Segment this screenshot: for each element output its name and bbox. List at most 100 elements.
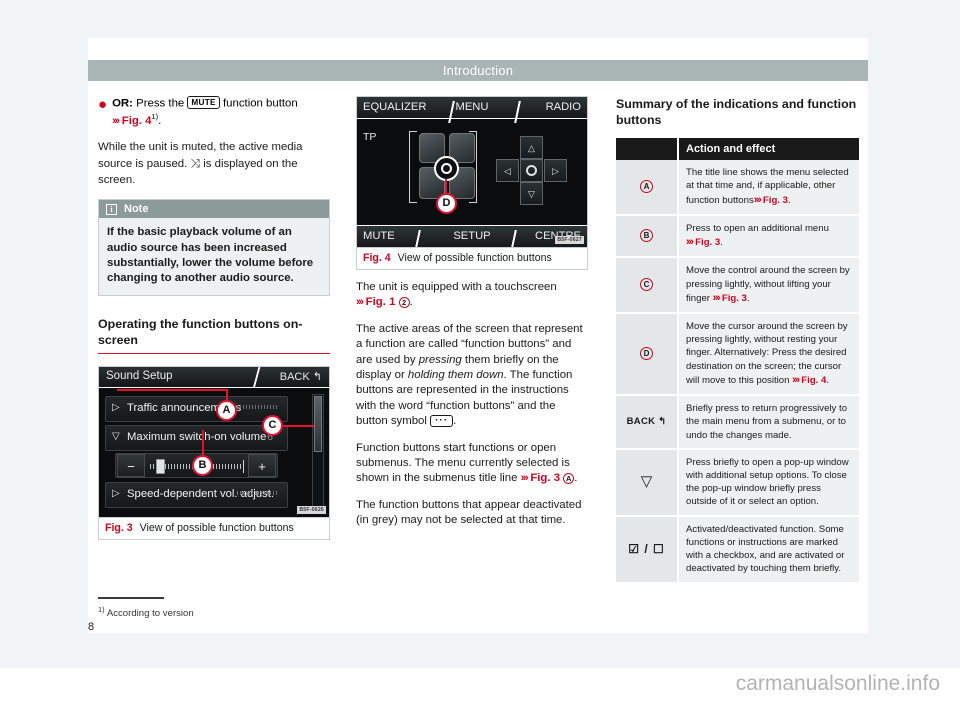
- xref-fig1-link[interactable]: ››› Fig. 1: [356, 296, 395, 308]
- slider-tick-end: [243, 460, 244, 474]
- table-header-key: [616, 138, 679, 161]
- cabin-bracket-tl-icon: [409, 131, 417, 141]
- table-row-value: Move the cursor around the screen by pre…: [678, 312, 859, 397]
- table-row-value: The title line shows the menu selected a…: [678, 160, 859, 216]
- table-row: B Press to open an additional menu ››› Fi…: [616, 214, 859, 259]
- summary-table: Action and effect A The title line shows…: [616, 138, 859, 584]
- xref-label: Fig. 1: [365, 296, 396, 309]
- back-button[interactable]: BACK ↰: [280, 370, 322, 383]
- row-traffic-announcements[interactable]: ▷ Traffic announcements: [105, 396, 288, 423]
- xref-label: Fig. 3: [721, 292, 747, 304]
- row-xref-link[interactable]: ››› Fig. 3: [686, 236, 720, 248]
- figure-3-caption-text: View of possible function buttons: [139, 522, 294, 535]
- row-label: Maximum switch-on volume: [127, 431, 267, 444]
- paragraph-touchscreen: The unit is equipped with a touchscreen …: [356, 281, 557, 309]
- table-row-value: Briefly press to return progressively to…: [678, 395, 859, 450]
- column-right: Summary of the indications and function …: [616, 96, 859, 584]
- back-key-label: BACK: [626, 416, 656, 427]
- table-row: BACK ↰ Briefly press to return progressi…: [616, 395, 859, 450]
- scrollbar-thumb[interactable]: [314, 396, 322, 453]
- equalizer-button[interactable]: EQUALIZER: [363, 101, 426, 113]
- table-row-key: BACK ↰: [616, 395, 679, 450]
- row-text-after: .: [720, 237, 723, 249]
- cursor-ring-inner-icon: [440, 162, 452, 174]
- radio-top-bar: EQUALIZER MENU RADIO: [357, 97, 587, 123]
- row-xref-link[interactable]: ››› Fig. 4: [792, 373, 826, 386]
- table-row-value: Activated/deactivated function. Some fun…: [678, 515, 859, 584]
- bullet-text-after: function button: [223, 97, 298, 110]
- info-icon: i: [106, 203, 117, 215]
- row-text: Press to open an additional menu: [686, 222, 829, 234]
- table-row-key: D: [616, 312, 679, 397]
- figure-4-id-code: B5F-0627: [555, 236, 584, 244]
- dpad-center-ring-icon: [526, 165, 537, 176]
- xref-arrows-icon: ›››: [520, 472, 529, 485]
- figure-3-image: Sound Setup BACK ↰ ▷ Traffic announcemen…: [98, 366, 330, 519]
- xref-fig4-link[interactable]: ››› Fig. 4: [112, 115, 151, 127]
- row-xref-link[interactable]: ››› Fig. 3: [754, 194, 788, 206]
- xref-arrows-icon: ›››: [712, 291, 721, 304]
- summary-table-heading: Summary of the indications and function …: [616, 97, 857, 128]
- tp-indicator-label: TP: [363, 131, 377, 143]
- sound-setup-title-bar: Sound Setup BACK ↰: [99, 367, 329, 389]
- cabin-bracket-bl-icon: [409, 193, 417, 203]
- dpad-up-button[interactable]: △: [520, 136, 543, 159]
- callout-d: D: [436, 193, 457, 214]
- bullet-dot-icon: ●: [98, 96, 108, 113]
- row-maximum-switch-on-volume[interactable]: ▽ Maximum switch-on volume 6: [105, 425, 288, 452]
- radio-button[interactable]: RADIO: [546, 101, 581, 113]
- menu-button[interactable]: MENU: [456, 101, 489, 113]
- bullet-text-before: Press the: [136, 97, 185, 110]
- plus-button[interactable]: +: [248, 454, 276, 478]
- table-row-key: ☑ / ☐: [616, 515, 679, 584]
- minus-button[interactable]: −: [117, 454, 145, 478]
- cursor-ring-outer-icon: [434, 156, 459, 181]
- column-left: ● OR: Press the MUTE function button ›››…: [98, 96, 330, 550]
- dpad-center-button[interactable]: [520, 159, 543, 182]
- p2-em-pressing: pressing: [418, 353, 462, 366]
- back-arrow-icon: ↰: [658, 416, 667, 427]
- slider-knob-handle[interactable]: [156, 459, 165, 475]
- note-header: i Note: [99, 200, 329, 219]
- figure-4-caption: Fig. 4 View of possible function buttons: [356, 248, 588, 270]
- figure-4: EQUALIZER MENU RADIO TP D △ ◁ ▷ ▽ MUTE S…: [356, 96, 588, 270]
- checkbox-pair-icon: ☑ / ☐: [628, 541, 665, 556]
- key-circle-d: D: [640, 347, 653, 361]
- callout-b: B: [192, 455, 213, 477]
- function-button-symbol-icon: ···: [430, 414, 454, 427]
- dpad-down-button[interactable]: ▽: [520, 182, 543, 205]
- scrollbar[interactable]: [312, 394, 324, 509]
- dpad-right-button[interactable]: ▷: [544, 159, 567, 182]
- figure-3-caption: Fig. 3 View of possible function buttons: [98, 518, 330, 541]
- paragraph-deactivated: The function buttons that appear deactiv…: [356, 498, 582, 527]
- dpad-left-button[interactable]: ◁: [496, 159, 519, 182]
- footnote-text: 1) According to version: [98, 605, 398, 619]
- leader-line-b: [202, 430, 204, 457]
- figure-3-id-code: B5F-0626: [297, 506, 326, 515]
- key-circle-a: A: [640, 180, 653, 194]
- row-text-after: .: [787, 194, 791, 206]
- watermark: carmanualsonline.info: [735, 672, 940, 695]
- chevron-right-icon: ▷: [112, 488, 120, 500]
- leader-line-a: [117, 389, 227, 391]
- setup-button[interactable]: SETUP: [453, 230, 490, 242]
- footnote-label: According to version: [106, 608, 194, 619]
- row-speed-dependent-volume[interactable]: ▷ Speed-dependent vol. adjust.: [105, 482, 288, 509]
- table-row: ☑ / ☐ Activated/deactivated function. So…: [616, 515, 859, 584]
- xref-arrows-icon: ›››: [792, 373, 800, 386]
- mute-keycap-icon: MUTE: [187, 96, 220, 109]
- callout-ref-a: A: [563, 473, 575, 485]
- sound-setup-title: Sound Setup: [106, 370, 173, 383]
- title-divider-icon: [247, 367, 265, 389]
- radio-bottom-bar: MUTE SETUP CENTRE: [357, 225, 587, 247]
- table-row-key: C: [616, 257, 679, 314]
- footnote-block: 1) According to version: [98, 597, 398, 619]
- p2-d: .: [453, 415, 457, 428]
- key-circle-b: B: [640, 229, 653, 243]
- row-xref-link[interactable]: ››› Fig. 3: [712, 291, 747, 304]
- xref-fig3-link[interactable]: ››› Fig. 3: [521, 472, 560, 484]
- mute-button[interactable]: MUTE: [363, 230, 395, 242]
- table-row-value: Press briefly to open a pop-up window wi…: [678, 448, 859, 517]
- back-label: BACK: [279, 371, 310, 384]
- paragraph-function-buttons: The active areas of the screen that repr…: [356, 322, 588, 430]
